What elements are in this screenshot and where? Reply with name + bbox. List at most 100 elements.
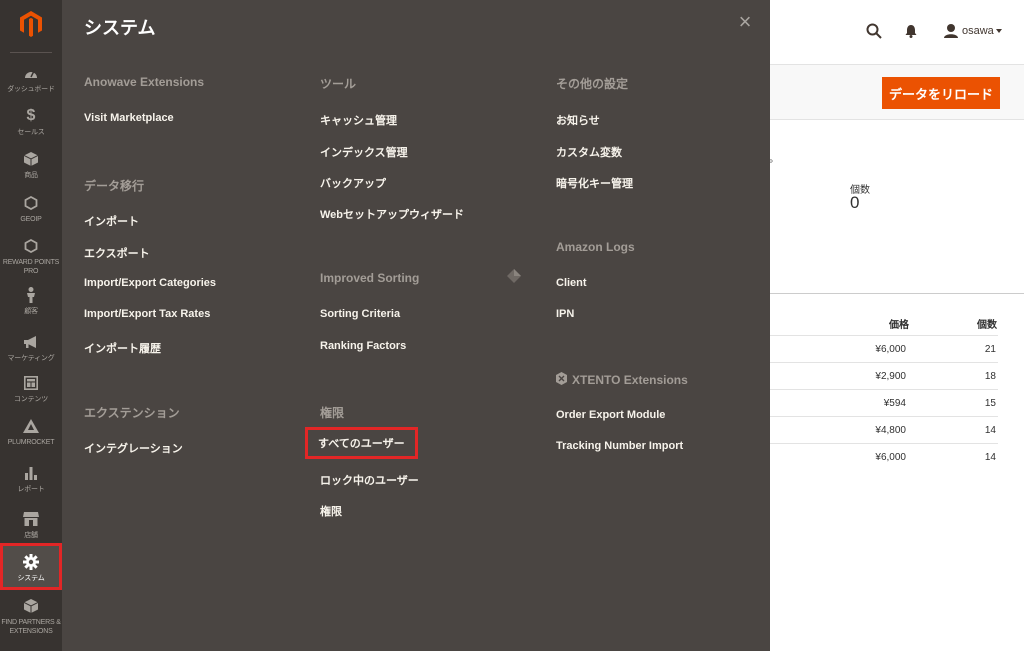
bell-icon[interactable]: [905, 24, 917, 38]
section-heading: ツール: [320, 77, 357, 91]
menu-item-backup[interactable]: バックアップ: [320, 175, 386, 191]
table-row[interactable]: ¥594 15: [770, 389, 998, 416]
sidebar-item-label: マーケティング: [7, 355, 55, 362]
divider: [770, 293, 1024, 294]
price-cell: ¥6,000: [875, 344, 906, 355]
price-cell: ¥4,800: [875, 425, 906, 436]
table-row[interactable]: ¥6,000 14: [770, 443, 998, 470]
count-cell: 14: [984, 425, 996, 436]
sidebar-item-content[interactable]: コンテンツ: [0, 374, 62, 404]
sidebar-item-label: 店舗: [24, 532, 38, 539]
magento-logo[interactable]: [0, 0, 62, 48]
diamond-icon: [507, 269, 521, 283]
plumrocket-icon: [23, 419, 39, 433]
sidebar-item-sales[interactable]: $ セールス: [0, 107, 62, 137]
menu-item-integrations[interactable]: インテグレーション: [84, 440, 183, 456]
section-heading: Amazon Logs: [556, 240, 635, 254]
menu-item-client[interactable]: Client: [556, 277, 587, 289]
sidebar-item-system[interactable]: システム: [0, 543, 62, 590]
close-icon[interactable]: ×: [734, 11, 756, 33]
menu-item-all-users[interactable]: すべてのユーザー: [305, 427, 418, 459]
count-cell: 15: [984, 398, 996, 409]
menu-item-index-management[interactable]: インデックス管理: [320, 144, 408, 160]
menu-item-visit-marketplace[interactable]: Visit Marketplace: [84, 112, 174, 124]
menu-item-custom-variables[interactable]: カスタム変数: [556, 144, 622, 160]
sidebar-item-label: 商品: [24, 172, 38, 179]
magento-logo-icon: [20, 11, 42, 37]
box-icon: [24, 599, 38, 613]
sidebar-item-label: セールス: [17, 129, 45, 136]
store-icon: [23, 512, 39, 526]
menu-item-notifications[interactable]: お知らせ: [556, 112, 600, 128]
gear-icon: [23, 554, 39, 570]
column-header-count[interactable]: 個数: [977, 316, 997, 331]
flyout-title: システム: [84, 18, 156, 38]
menu-item-ranking-factors[interactable]: Ranking Factors: [320, 340, 406, 352]
sidebar-item-label: PLUMROCKET: [7, 439, 55, 446]
xtento-icon: [556, 372, 567, 385]
reload-data-button[interactable]: データをリロード: [882, 77, 1000, 109]
sidebar-item-geoip[interactable]: GEOIP: [0, 194, 62, 224]
bar-chart-icon: [25, 467, 37, 480]
system-flyout-menu: システム × Anowave Extensions Visit Marketpl…: [62, 0, 770, 651]
column-header-price[interactable]: 価格: [889, 316, 909, 331]
divider: [10, 52, 52, 53]
sidebar-item-dashboard[interactable]: ダッシュボード: [0, 64, 62, 94]
menu-item-sorting-criteria[interactable]: Sorting Criteria: [320, 308, 400, 320]
price-cell: ¥2,900: [875, 371, 906, 382]
menu-item-export[interactable]: エクスポート: [84, 245, 150, 261]
menu-item-encryption-key[interactable]: 暗号化キー管理: [556, 175, 633, 191]
price-cell: ¥6,000: [875, 452, 906, 463]
table-row[interactable]: ¥6,000 21: [770, 335, 998, 362]
menu-item-tracking-number-import[interactable]: Tracking Number Import: [556, 440, 683, 452]
hexagon-icon: [24, 196, 38, 210]
menu-item-import-export-tax-rates[interactable]: Import/Export Tax Rates: [84, 308, 210, 320]
menu-item-import-export-categories[interactable]: Import/Export Categories: [84, 277, 216, 289]
sidebar-item-plumrocket[interactable]: PLUMROCKET: [0, 417, 62, 447]
sidebar-item-customers[interactable]: 顧客: [0, 286, 62, 316]
quantity-value: 0: [850, 193, 860, 212]
table-row[interactable]: ¥4,800 14: [770, 416, 998, 443]
username[interactable]: osawa: [962, 25, 994, 37]
count-cell: 18: [984, 371, 996, 382]
megaphone-icon: [24, 336, 36, 348]
sidebar-item-label: ダッシュボード: [7, 86, 55, 93]
sidebar-item-label: GEOIP: [20, 216, 42, 223]
section-heading: データ移行: [84, 179, 145, 193]
chevron-down-icon[interactable]: [996, 29, 1002, 33]
user-icon[interactable]: [943, 23, 959, 39]
table-row[interactable]: ¥2,900 18: [770, 362, 998, 389]
sidebar-item-stores[interactable]: 店舗: [0, 510, 62, 540]
price-cell: ¥594: [883, 398, 906, 409]
section-heading: Improved Sorting: [320, 271, 420, 285]
section-heading: その他の設定: [556, 77, 629, 91]
sidebar-item-label: FIND PARTNERS & EXTENSIONS: [1, 619, 61, 635]
menu-item-ipn[interactable]: IPN: [556, 308, 574, 320]
dashboard-icon: [25, 70, 37, 78]
sidebar-item-label: REWARD POINTS PRO: [2, 259, 60, 275]
sidebar-item-reward-points[interactable]: REWARD POINTS PRO: [0, 237, 62, 276]
cube-icon: [24, 152, 38, 166]
search-icon[interactable]: [866, 23, 882, 39]
menu-item-order-export-module[interactable]: Order Export Module: [556, 409, 665, 421]
text-fragment: 。: [769, 154, 779, 165]
hexagon-icon: [24, 239, 38, 253]
person-icon: [27, 287, 35, 303]
sidebar-item-catalog[interactable]: 商品: [0, 150, 62, 180]
menu-item-roles[interactable]: 権限: [320, 503, 342, 519]
menu-item-import[interactable]: インポート: [84, 213, 139, 229]
sidebar-item-label: システム: [17, 575, 45, 582]
menu-item-import-history[interactable]: インポート履歴: [84, 340, 161, 356]
count-cell: 21: [984, 344, 996, 355]
sidebar-item-label: 顧客: [24, 308, 38, 315]
sidebar-item-partners[interactable]: FIND PARTNERS & EXTENSIONS: [0, 597, 62, 636]
section-heading: エクステンション: [84, 406, 180, 420]
section-heading: XTENTO Extensions: [572, 373, 688, 387]
sidebar-item-marketing[interactable]: マーケティング: [0, 333, 62, 363]
sidebar-item-label: コンテンツ: [14, 396, 48, 403]
menu-item-web-setup-wizard[interactable]: Webセットアップウィザード: [320, 206, 464, 222]
menu-item-locked-users[interactable]: ロック中のユーザー: [320, 472, 419, 488]
section-heading: 権限: [320, 406, 345, 420]
sidebar-item-reports[interactable]: レポート: [0, 464, 62, 494]
menu-item-cache-management[interactable]: キャッシュ管理: [320, 112, 397, 128]
